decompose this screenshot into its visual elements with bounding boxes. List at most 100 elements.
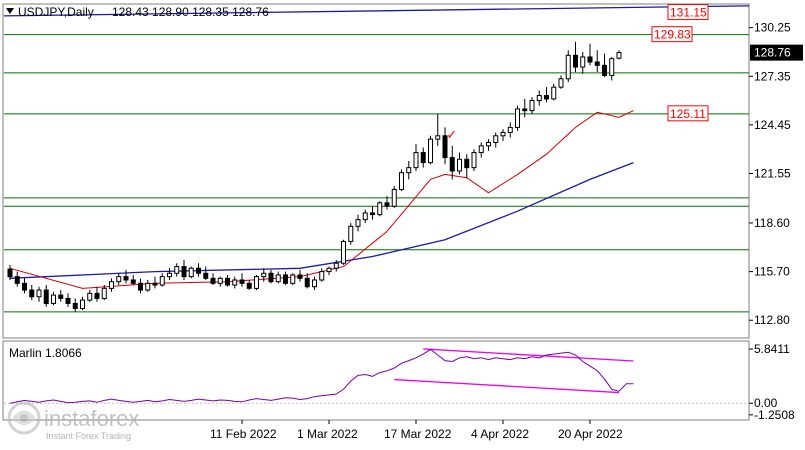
price-panel-frame (2, 3, 750, 339)
candle-body (464, 158, 470, 169)
candle-body (51, 294, 56, 304)
logo-mark-icon (7, 401, 41, 435)
candle-body (319, 271, 325, 281)
candle-body (210, 277, 216, 284)
candle-body (391, 188, 397, 207)
candle-body (188, 267, 194, 278)
time-axis: 11 Feb 2022 1 Mar 2022 17 Mar 2022 4 Apr 20… (210, 420, 623, 441)
candle-body (616, 52, 622, 59)
candle-body (14, 276, 20, 284)
candle-body (217, 277, 223, 284)
candle-body (565, 54, 571, 80)
candle-body (580, 56, 586, 68)
candle-body (80, 299, 85, 309)
chart-window: ✓ 130.25 127.35 124.45 121.55 118.60 115.70 11… (0, 0, 805, 445)
current-price-label: 128.76 (754, 46, 791, 60)
candle-body (399, 172, 404, 190)
candle-body (478, 145, 484, 154)
candle-body (232, 279, 238, 286)
candle-body (283, 274, 288, 284)
candle-body (254, 276, 259, 289)
price-tick-label: 127.35 (754, 69, 791, 83)
time-tick-label: 1 Mar 2022 (297, 427, 358, 441)
candle-body (275, 274, 281, 283)
ohlc-readout: 128.43 128.90 128.35 128.76 (112, 5, 269, 19)
candle-body (123, 276, 129, 281)
time-tick-label: 20 Apr 2022 (558, 427, 623, 441)
candle-body (29, 289, 35, 298)
indicator-axis: 5.84110.00-1.2508 (749, 342, 795, 422)
candle-body (290, 274, 296, 284)
candle-body (471, 152, 477, 169)
candlestick (515, 105, 520, 131)
candle-body (420, 152, 426, 164)
candle-body (587, 56, 593, 63)
time-tick-label: 11 Feb 2022 (210, 427, 277, 441)
candle-body (268, 272, 274, 283)
candle-body (130, 279, 136, 284)
price-tick-label: 121.55 (754, 167, 791, 181)
candlestick (428, 135, 433, 165)
candle-body (536, 95, 542, 102)
candle-body (304, 277, 310, 288)
candle-body (333, 262, 339, 269)
price-tick-label: 124.45 (754, 118, 791, 132)
price-level-label: 129.83 (654, 28, 691, 42)
candle-body (22, 282, 27, 291)
indicator-label: Marlin 1.8066 (9, 346, 82, 360)
indicator-tick-label: -1.2508 (754, 408, 795, 422)
candle-body (36, 289, 42, 298)
candle-body (65, 297, 71, 304)
candle-body (239, 279, 245, 284)
candle-body (594, 61, 600, 66)
candle-body (203, 272, 209, 279)
indicator-tick-label: 5.8411 (754, 342, 790, 356)
candle-body (72, 302, 78, 309)
candle-body (167, 272, 172, 278)
candle-body (493, 135, 499, 143)
price-level-label: 125.11 (670, 107, 706, 121)
candle-body (297, 274, 303, 279)
candlestick (188, 266, 194, 279)
candlestick (254, 274, 259, 291)
candle-body (181, 266, 187, 278)
candle-body (341, 240, 346, 264)
candle-body (457, 158, 462, 172)
candle-body (58, 294, 64, 299)
candlestick (348, 222, 354, 245)
candle-body (544, 95, 549, 100)
price-axis: 130.25 127.35 124.45 121.55 118.60 115.70 112.… (749, 21, 791, 327)
candle-body (602, 64, 607, 76)
instaforex-logo: instaforex Instant Forex Trading (7, 401, 139, 441)
candle-body (261, 272, 267, 278)
candle-body (428, 138, 433, 164)
candle-body (529, 100, 535, 112)
candle-body (94, 292, 100, 299)
candle-body (449, 157, 455, 172)
price-tick-label: 118.60 (754, 216, 790, 230)
candle-body (101, 287, 107, 299)
candle-body (551, 86, 557, 100)
candle-body (159, 276, 165, 286)
time-tick-label: 4 Apr 2022 (471, 427, 529, 441)
price-tick-label: 112.80 (754, 313, 790, 327)
candle-body (109, 281, 114, 289)
time-tick-label: 17 Mar 2022 (384, 427, 452, 441)
candlestick (565, 50, 571, 83)
candlestick (341, 239, 346, 265)
candle-body (7, 268, 13, 278)
candle-body (370, 212, 375, 216)
candle-body (377, 202, 383, 216)
chart-canvas: ✓ 130.25 127.35 124.45 121.55 118.60 115.70 11… (2, 3, 803, 441)
check-mark-icon: ✓ (446, 127, 457, 142)
candlestick (377, 201, 383, 217)
price-panel[interactable]: ✓ (2, 3, 750, 339)
candle-body (145, 282, 151, 291)
candle-body (246, 282, 252, 289)
candle-body (138, 282, 143, 291)
candle-body (435, 135, 441, 140)
candlestick (399, 169, 404, 192)
candle-body (225, 277, 230, 286)
candle-body (348, 225, 354, 242)
candle-body (486, 141, 491, 147)
